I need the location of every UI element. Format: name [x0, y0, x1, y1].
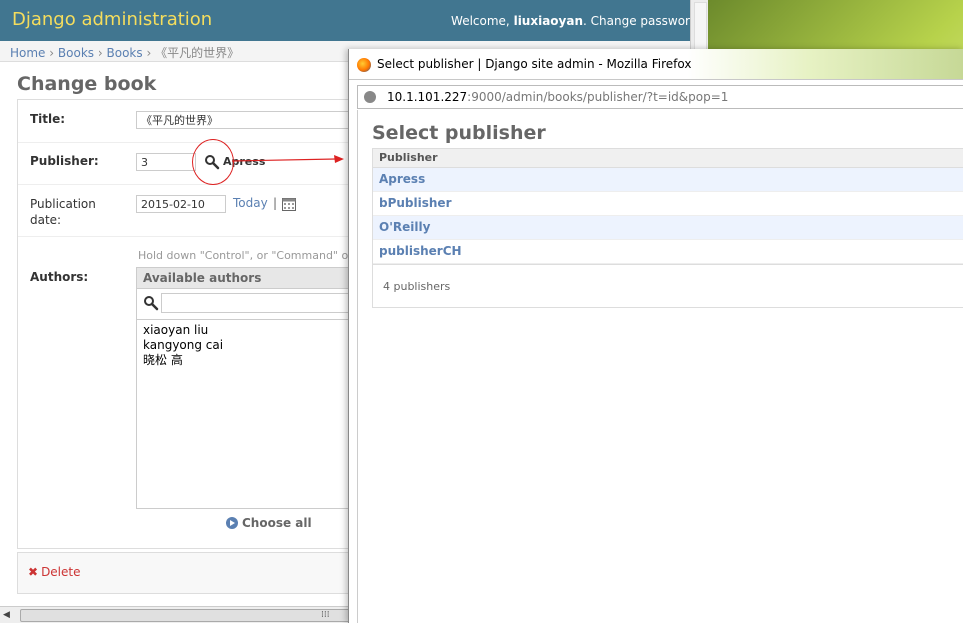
calendar-icon[interactable]: [282, 197, 296, 211]
page-title: Change book: [17, 73, 157, 95]
author-option[interactable]: kangyong cai: [143, 338, 223, 353]
publisher-link[interactable]: bPublisher: [379, 196, 452, 210]
address-bar[interactable]: 10.1.101.227:9000/admin/books/publisher/…: [357, 85, 963, 109]
popup-window: Select publisher | Django site admin - M…: [348, 49, 963, 623]
table-row: Apress: [373, 168, 963, 192]
available-authors-header: Available authors: [137, 268, 357, 289]
publisher-link[interactable]: Apress: [379, 172, 425, 186]
delete-icon: ✖: [28, 565, 39, 579]
help-text: Hold down "Control", or "Command" o: [138, 249, 349, 262]
globe-icon: [364, 91, 376, 103]
user-tools: Welcome, liuxiaoyan. Change passwor: [451, 14, 690, 28]
publisher-id-input[interactable]: 3: [136, 153, 196, 171]
table-row: publisherCH: [373, 240, 963, 264]
table-row: O'Reilly: [373, 216, 963, 240]
breadcrumb-books-app[interactable]: Books: [58, 46, 94, 60]
author-option[interactable]: xiaoyan liu: [143, 323, 223, 338]
username: liuxiaoyan: [513, 14, 584, 28]
publisher-link[interactable]: publisherCH: [379, 244, 462, 258]
choose-all-icon: [226, 517, 238, 529]
select-publisher-heading: Select publisher: [372, 122, 546, 144]
authors-label: Authors:: [30, 270, 89, 284]
available-authors-box: Available authors xiaoyan liu kangyong c…: [136, 267, 361, 509]
breadcrumb-separator: ›: [49, 46, 55, 60]
author-filter-input[interactable]: [161, 293, 361, 313]
admin-header: Django administration Welcome, liuxiaoya…: [0, 0, 708, 41]
delete-link[interactable]: ✖ Delete: [28, 565, 81, 579]
table-row: bPublisher: [373, 192, 963, 216]
url-text: 10.1.101.227:9000/admin/books/publisher/…: [387, 90, 729, 104]
publisher-results-table: Publisher Apress bPublisher O'Reilly pub…: [372, 148, 963, 308]
popup-content: Select publisher Publisher Apress bPubli…: [357, 110, 963, 623]
pubdate-label: Publication date:: [30, 197, 96, 227]
pubdate-input[interactable]: 2015-02-10: [136, 195, 226, 213]
scroll-left-icon[interactable]: ◀: [3, 610, 10, 620]
author-option[interactable]: 晓松 高: [143, 353, 223, 368]
breadcrumb-current: 《平凡的世界》: [155, 46, 240, 60]
site-branding[interactable]: Django administration: [12, 9, 212, 30]
magnifier-icon: [144, 296, 159, 311]
breadcrumb-books-model[interactable]: Books: [107, 46, 143, 60]
annotation-circle: [192, 139, 234, 185]
choose-all-button[interactable]: Choose all: [226, 516, 312, 530]
available-authors-list[interactable]: xiaoyan liu kangyong cai 晓松 高: [143, 323, 223, 368]
today-link[interactable]: Today: [233, 196, 268, 210]
breadcrumb-home[interactable]: Home: [10, 46, 45, 60]
breadcrumb-separator: ›: [146, 46, 152, 60]
popup-titlebar[interactable]: Select publisher | Django site admin - M…: [349, 49, 963, 80]
change-password-link[interactable]: Change passwor: [591, 14, 690, 28]
title-label: Title:: [30, 112, 66, 126]
popup-window-title: Select publisher | Django site admin - M…: [377, 57, 692, 71]
breadcrumb-separator: ›: [97, 46, 103, 60]
welcome-text: Welcome,: [451, 14, 510, 28]
author-filter-row: [137, 289, 361, 320]
publisher-label: Publisher:: [30, 154, 99, 168]
paginator: 4 publishers: [373, 264, 963, 307]
publisher-link[interactable]: O'Reilly: [379, 220, 430, 234]
column-header-publisher[interactable]: Publisher: [373, 149, 963, 168]
today-separator: |: [273, 196, 278, 210]
firefox-icon: [357, 58, 371, 72]
annotation-arrow: [232, 155, 344, 163]
